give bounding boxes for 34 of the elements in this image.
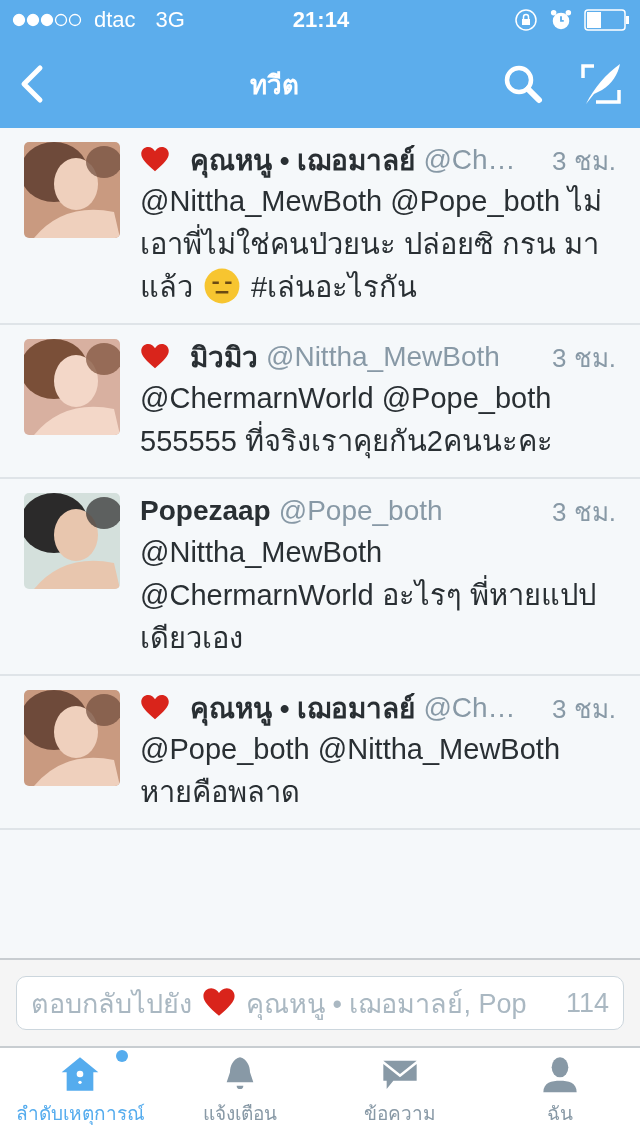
character-count: 114 [565,987,609,1019]
tweet-text: @ChermarnWorld @Pope_both 555555 ที่จริงเราคุยกัน2คนนะคะ [140,381,554,461]
network-type: 3G [155,7,185,33]
author-name: Popezaap [140,495,271,527]
battery-icon [584,9,630,31]
tab-bar-item[interactable]: ข้อความ [320,1048,480,1136]
author-handle: @Ch… [423,692,517,724]
author-name: คุณหนู • เฌอมาลย์ [190,144,416,180]
author-handle: @Ch… [423,144,517,176]
person-icon [540,1054,580,1094]
signal-icon [12,13,82,27]
expressionless-face-icon [203,267,242,305]
tweet-time: 3 ชม. [552,341,616,375]
author-handle: @Nittha_MewBoth [266,341,501,373]
author-name: คุณหนู • เฌอมาลย์ [190,692,416,728]
author-handle: @Pope_both [278,495,444,527]
compose-button[interactable] [580,62,622,106]
reply-field[interactable]: ตอบกลับไปยัง คุณหนู • เฌอมาลย์, Pop 114 [16,976,624,1030]
clock-time: 21:14 [292,7,350,33]
tweet-time: 3 ชม. [552,144,616,178]
screen-title: ทวีต [248,68,300,102]
alarm-clock-icon [550,9,572,31]
rotation-lock-icon [514,8,538,32]
tab-bar-item[interactable]: แจ้งเตือน [160,1048,320,1136]
tweet-time: 3 ชม. [552,495,616,529]
tweet-text: @Nittha_MewBoth @ChermarnWorld อะไรๆ พี่หายแปปเดียวเอง [140,535,597,656]
author-name: มิวมิว [190,341,258,375]
tweet-text: @Pope_both @Nittha_MewBoth หายคือพลาด [140,732,561,810]
tab-bar-item[interactable]: ฉัน [480,1048,640,1136]
tweet-time: 3 ชม. [552,692,616,726]
search-button[interactable] [502,63,544,105]
tab-bar-item[interactable]: ลำดับเหตุการณ์ [0,1048,160,1136]
carrier-name: dtac [94,7,136,33]
tweet-text: @Nittha_MewBoth @Pope_both ไม่เอาพี่ไม่ใช่คนป่วยนะ ปล่อยซิ กรน มาแล้ว #เล่นอะไรกัน [140,184,604,307]
